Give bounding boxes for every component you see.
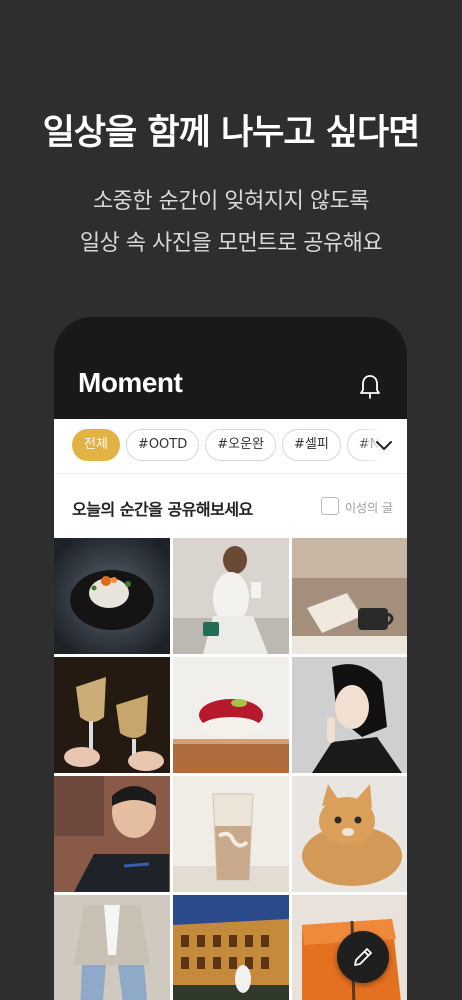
promo-subtitle-2: 일상 속 사진을 모먼트로 공유해요 <box>79 231 383 256</box>
photo-colosseum-night[interactable] <box>173 895 289 1000</box>
promo-subtitle-1: 소중한 순간이 잊혀지지 않도록 <box>92 189 370 214</box>
tag-workout[interactable]: #오운완 <box>205 429 277 461</box>
bell-icon[interactable] <box>358 373 382 401</box>
compose-bar[interactable]: 오늘의 순간을 공유해보세요 이성의 글 <box>54 473 407 538</box>
photo-fashion-outfit[interactable] <box>54 895 170 1000</box>
tag-ootd[interactable]: #OOTD <box>125 429 200 461</box>
compose-prompt[interactable]: 오늘의 순간을 공유해보세요 <box>72 496 253 520</box>
photo-iced-latte[interactable] <box>173 776 289 892</box>
photo-book-coffee[interactable] <box>292 538 407 654</box>
photo-man-selfie[interactable] <box>54 776 170 892</box>
photo-grid <box>54 538 407 1000</box>
tag-selfie[interactable]: #셀피 <box>282 429 341 461</box>
write-post-button[interactable] <box>337 931 389 983</box>
tag-list: 전체 #OOTD #오운완 #셀피 #NOW <box>72 429 407 461</box>
photo-orange-cat[interactable] <box>292 776 407 892</box>
app-title: Moment <box>78 367 183 398</box>
tag-all[interactable]: 전체 <box>72 429 120 461</box>
chevron-down-icon[interactable] <box>375 438 393 454</box>
photo-woman-cafe[interactable] <box>173 538 289 654</box>
promo-headline: 일상을 함께 나누고 싶다면 <box>42 113 421 153</box>
opposite-sex-checkbox[interactable] <box>321 497 339 515</box>
phone-screen: Moment 전체 #OOTD #오운완 #셀피 #NOW 오늘의 순간을 공유… <box>54 317 407 1000</box>
opposite-sex-label[interactable]: 이성의 글 <box>345 499 393 516</box>
photo-wine-toast[interactable] <box>54 657 170 773</box>
photo-woman-portrait[interactable] <box>292 657 407 773</box>
app-header: Moment <box>54 317 407 419</box>
pencil-icon <box>354 948 372 966</box>
photo-tuna-sushi[interactable] <box>173 657 289 773</box>
tag-filter-bar: 전체 #OOTD #오운완 #셀피 #NOW <box>54 419 407 473</box>
photo-sushi-dish[interactable] <box>54 538 170 654</box>
